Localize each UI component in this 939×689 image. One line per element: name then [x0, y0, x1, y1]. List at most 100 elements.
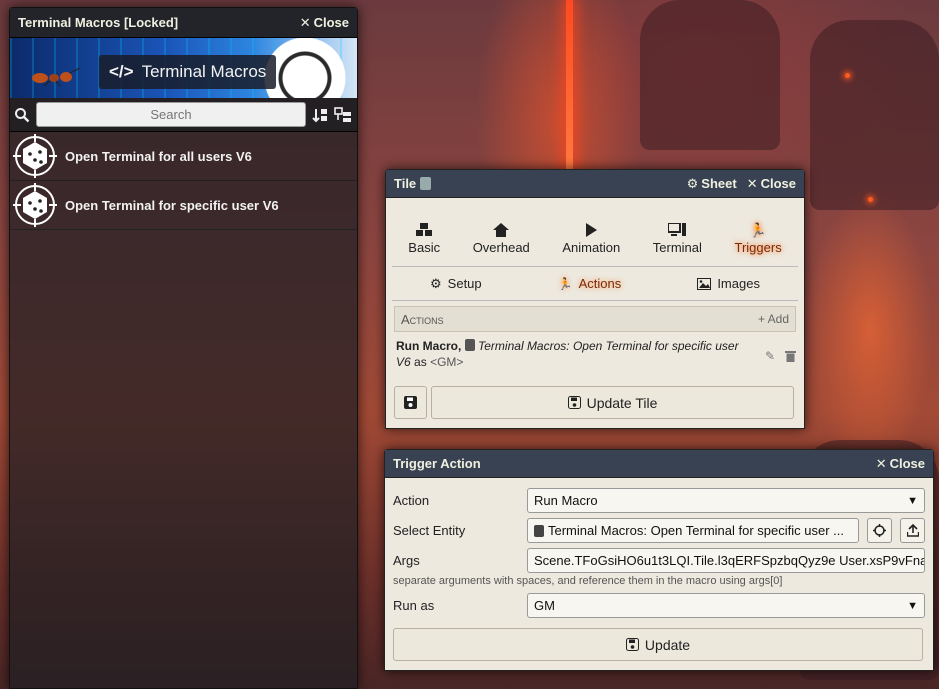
- action-row: Run Macro, Terminal Macros: Open Termina…: [396, 338, 796, 374]
- document-id-icon: [534, 524, 544, 537]
- running-icon: 🏃: [749, 222, 767, 238]
- document-id-icon[interactable]: [420, 177, 432, 190]
- directory-banner: </> Terminal Macros: [10, 38, 357, 98]
- close-label: Close: [760, 176, 796, 191]
- action-row: Action Run Macro ▼: [393, 486, 925, 515]
- computer-icon: [668, 223, 687, 236]
- trigger-action-header[interactable]: Trigger Action ✕ Close: [385, 450, 933, 478]
- entity-row: Select Entity Terminal Macros: Open Term…: [393, 515, 925, 546]
- window-title: Tile: [394, 176, 417, 191]
- tile-tabs: Basic Overhead Animation Terminal 🏃 Trig…: [392, 212, 798, 267]
- action-description: Run Macro, Terminal Macros: Open Termina…: [396, 338, 739, 374]
- sheet-button[interactable]: ⚙ Sheet: [687, 176, 737, 192]
- tab-basic[interactable]: Basic: [402, 212, 446, 266]
- tab-label: Animation: [562, 240, 621, 255]
- update-tile-label: Update Tile: [586, 394, 658, 411]
- search-row: [10, 98, 357, 132]
- action-detail: Terminal Macros: Open Terminal for speci…: [478, 339, 739, 353]
- ant-icon: [32, 68, 81, 86]
- args-row: Args Scene.TFoGsiHO6u1t3LQI.Tile.l3qERFS…: [393, 546, 925, 575]
- close-label: Close: [889, 456, 925, 471]
- run-as-value: GM: [534, 598, 555, 613]
- macro-item[interactable]: Open Terminal for specific user V6: [10, 181, 357, 230]
- macro-item[interactable]: Open Terminal for all users V6: [10, 132, 357, 181]
- close-button[interactable]: ✕ Close: [876, 456, 925, 472]
- update-button[interactable]: Update: [393, 628, 923, 661]
- lava-beam: [566, 0, 573, 170]
- update-label: Update: [644, 636, 691, 653]
- rock-formation: [810, 20, 939, 210]
- trash-icon[interactable]: [785, 350, 796, 362]
- tab-actions[interactable]: 🏃 Actions: [558, 267, 622, 300]
- macro-list: Open Terminal for all users V6 Open Term…: [10, 132, 357, 230]
- macro-directory-header[interactable]: Terminal Macros [Locked] ✕ Close: [10, 8, 357, 38]
- macro-dice-icon: [13, 183, 57, 227]
- window-title: Terminal Macros [Locked]: [18, 15, 179, 30]
- ember: [868, 197, 873, 202]
- update-tile-button[interactable]: Update Tile: [431, 386, 794, 419]
- entity-field[interactable]: Terminal Macros: Open Terminal for speci…: [527, 518, 859, 543]
- banner-title-label: Terminal Macros: [141, 62, 267, 81]
- save-icon: [625, 638, 639, 651]
- image-icon: [697, 277, 712, 290]
- pick-entity-button[interactable]: [867, 518, 892, 543]
- close-button[interactable]: ✕ Close: [747, 176, 796, 192]
- tab-terminal[interactable]: Terminal: [647, 212, 708, 266]
- sort-icon[interactable]: [312, 107, 328, 123]
- add-action-button[interactable]: + Add: [758, 312, 789, 326]
- args-hint: separate arguments with spaces, and refe…: [393, 575, 783, 587]
- action-role: <GM>: [430, 355, 464, 369]
- save-icon: [567, 396, 581, 409]
- close-label: Close: [313, 15, 349, 30]
- run-as-label: Run as: [393, 598, 435, 613]
- upload-icon: [906, 524, 919, 537]
- close-button[interactable]: ✕ Close: [300, 15, 349, 31]
- close-icon: ✕: [875, 455, 887, 471]
- save-icon: [404, 396, 417, 409]
- action-detail: V6: [396, 355, 411, 369]
- tab-label: Basic: [408, 240, 441, 255]
- run-as-row: Run as GM ▼: [393, 591, 925, 620]
- add-label: Add: [767, 312, 789, 326]
- upload-entity-button[interactable]: [900, 518, 925, 543]
- macro-item-label: Open Terminal for specific user V6: [65, 197, 279, 213]
- action-name: Run Macro,: [396, 339, 462, 353]
- ember: [845, 73, 850, 78]
- action-label: Action: [393, 493, 430, 508]
- tab-label: Terminal: [652, 240, 702, 255]
- tab-setup[interactable]: ⚙ Setup: [430, 267, 482, 300]
- house-icon: [493, 223, 510, 237]
- tab-label: Images: [717, 276, 760, 291]
- save-button[interactable]: [394, 386, 427, 419]
- run-as-select[interactable]: GM ▼: [527, 593, 925, 618]
- trigger-action-window: Trigger Action ✕ Close Action Run Macro …: [384, 449, 934, 671]
- gear-icon: ⚙: [686, 175, 699, 191]
- tab-label: Overhead: [472, 240, 530, 255]
- tile-footer: Update Tile: [394, 386, 794, 419]
- plus-icon: +: [757, 312, 765, 326]
- tab-triggers[interactable]: 🏃 Triggers: [729, 212, 788, 266]
- tab-animation[interactable]: Animation: [556, 212, 626, 266]
- args-input[interactable]: Scene.TFoGsiHO6u1t3LQI.Tile.l3qERFSpzbqQ…: [527, 548, 925, 573]
- sheet-label: Sheet: [701, 176, 737, 191]
- collapse-folders-icon[interactable]: [334, 106, 352, 123]
- chevron-down-icon: ▼: [907, 494, 918, 507]
- tile-config-window: Tile ⚙ Sheet ✕ Close Basic Overhead Anim…: [385, 169, 805, 429]
- entity-value: Terminal Macros: Open Terminal for speci…: [548, 523, 844, 538]
- edit-icon[interactable]: ✎: [765, 348, 775, 364]
- actions-header-label: Actions: [401, 311, 444, 327]
- tab-overhead[interactable]: Overhead: [467, 212, 536, 266]
- args-label: Args: [393, 553, 420, 568]
- tile-config-header[interactable]: Tile ⚙ Sheet ✕ Close: [386, 170, 804, 198]
- cubes-icon: [416, 223, 433, 236]
- close-icon: ✕: [299, 14, 311, 30]
- window-title: Trigger Action: [393, 456, 481, 471]
- search-input[interactable]: [36, 102, 306, 127]
- search-icon: [15, 107, 30, 122]
- trigger-subtabs: ⚙ Setup 🏃 Actions Images: [392, 267, 798, 301]
- tab-label: Actions: [578, 276, 622, 291]
- macro-directory-window: Terminal Macros [Locked] ✕ Close </> Ter…: [9, 7, 358, 689]
- tab-images[interactable]: Images: [697, 267, 760, 300]
- action-select[interactable]: Run Macro ▼: [527, 488, 925, 513]
- entity-label: Select Entity: [393, 523, 466, 538]
